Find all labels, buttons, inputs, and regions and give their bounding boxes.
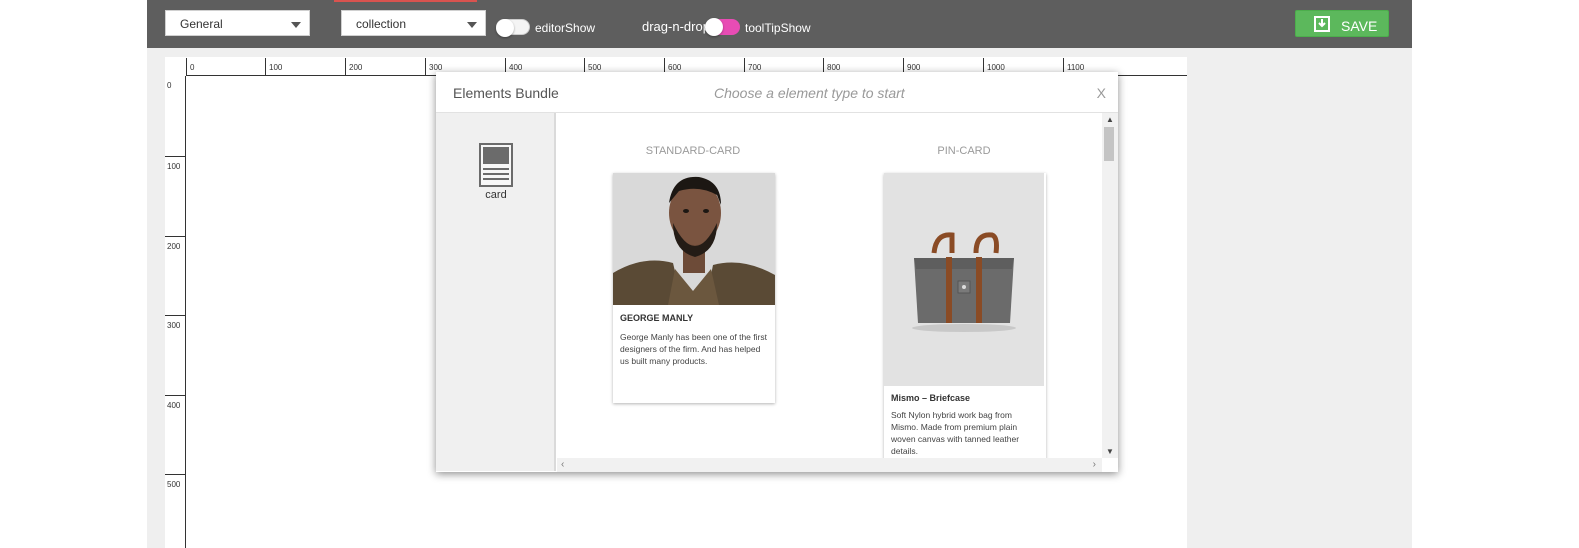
scroll-thumb[interactable] xyxy=(1104,127,1114,161)
ruler-tick: 500 xyxy=(165,474,185,548)
tooltip-show-toggle[interactable] xyxy=(705,18,740,36)
save-button[interactable]: SAVE xyxy=(1295,10,1389,37)
ruler-tick: 100 xyxy=(265,58,282,75)
horizontal-scrollbar[interactable]: ‹ › xyxy=(557,458,1102,472)
scroll-left-icon[interactable]: ‹ xyxy=(561,459,564,470)
card-desc-line: us built many products. xyxy=(620,356,708,366)
scroll-down-icon[interactable]: ▼ xyxy=(1106,447,1114,456)
modal-hint: Choose a element type to start xyxy=(714,85,905,101)
vertical-ruler: 0 100 200 300 400 500 xyxy=(165,76,186,548)
close-button[interactable]: X xyxy=(1097,85,1106,101)
ruler-tick: 400 xyxy=(165,395,185,475)
ruler-tick: 0 xyxy=(186,58,194,75)
card-icon xyxy=(479,143,513,187)
card-desc-line: woven canvas with tanned leather xyxy=(891,434,1020,444)
save-icon xyxy=(1314,16,1330,32)
save-button-label: SAVE xyxy=(1341,18,1378,34)
standard-card-preview[interactable]: GEORGE MANLY George Manly has been one o… xyxy=(613,173,775,403)
card-preview-area: STANDARD-CARD GEORGE MANLY George Manly … xyxy=(557,113,1102,458)
card-desc-line: Mismo. Made from premium plain xyxy=(891,422,1018,432)
general-select-value: General xyxy=(180,17,223,31)
ruler-tick: 0 xyxy=(167,81,172,90)
pin-card-preview[interactable]: Mismo – Briefcase Soft Nylon hybrid work… xyxy=(884,173,1046,458)
portrait-image xyxy=(613,173,775,305)
element-type-list: card xyxy=(436,113,556,471)
card-name: Mismo – Briefcase xyxy=(891,393,971,403)
element-type-label: card xyxy=(485,189,507,201)
scroll-right-icon[interactable]: › xyxy=(1093,459,1096,470)
card-desc-line: George Manly has been one of the first xyxy=(620,332,767,342)
tooltip-show-label: toolTipShow xyxy=(745,21,811,35)
chevron-down-icon xyxy=(467,22,477,28)
briefcase-image xyxy=(884,173,1044,386)
ruler-tick: 300 xyxy=(165,315,185,395)
editor-show-toggle[interactable] xyxy=(496,19,530,37)
card-desc-line: Soft Nylon hybrid work bag from xyxy=(891,410,1012,420)
elements-bundle-modal: Elements Bundle Choose a element type to… xyxy=(436,72,1118,472)
drag-n-drop-label: drag-n-drop xyxy=(642,19,710,34)
editor-show-label: editorShow xyxy=(535,21,596,35)
element-type-card[interactable]: card xyxy=(466,143,526,201)
card-desc-line: designers of the firm. And has helped xyxy=(620,344,761,354)
toggle-knob xyxy=(705,18,723,36)
ruler-tick: 200 xyxy=(345,58,362,75)
ruler-tick: 200 xyxy=(165,236,185,316)
modal-header: Elements Bundle Choose a element type to… xyxy=(436,72,1118,113)
toggle-knob xyxy=(496,19,514,37)
top-toolbar: General collection editorShow drag-n-dro… xyxy=(147,0,1412,48)
vertical-scrollbar[interactable]: ▲ ▼ xyxy=(1102,113,1118,458)
collection-select[interactable]: collection xyxy=(341,10,486,36)
card-desc-line: details. xyxy=(891,446,918,456)
ruler-tick: 100 xyxy=(165,156,185,236)
card-type-title: STANDARD-CARD xyxy=(645,145,741,157)
collection-select-value: collection xyxy=(356,17,407,31)
active-indicator xyxy=(334,0,477,2)
chevron-down-icon xyxy=(291,22,301,28)
general-select[interactable]: General xyxy=(165,10,310,36)
card-name: GEORGE MANLY xyxy=(620,313,694,323)
card-type-title: PIN-CARD xyxy=(937,145,991,157)
card-description: George Manly has been one of the first d… xyxy=(620,331,767,367)
modal-title: Elements Bundle xyxy=(453,85,559,101)
card-description: Soft Nylon hybrid work bag from Mismo. M… xyxy=(891,409,1019,457)
scroll-up-icon[interactable]: ▲ xyxy=(1106,115,1114,124)
